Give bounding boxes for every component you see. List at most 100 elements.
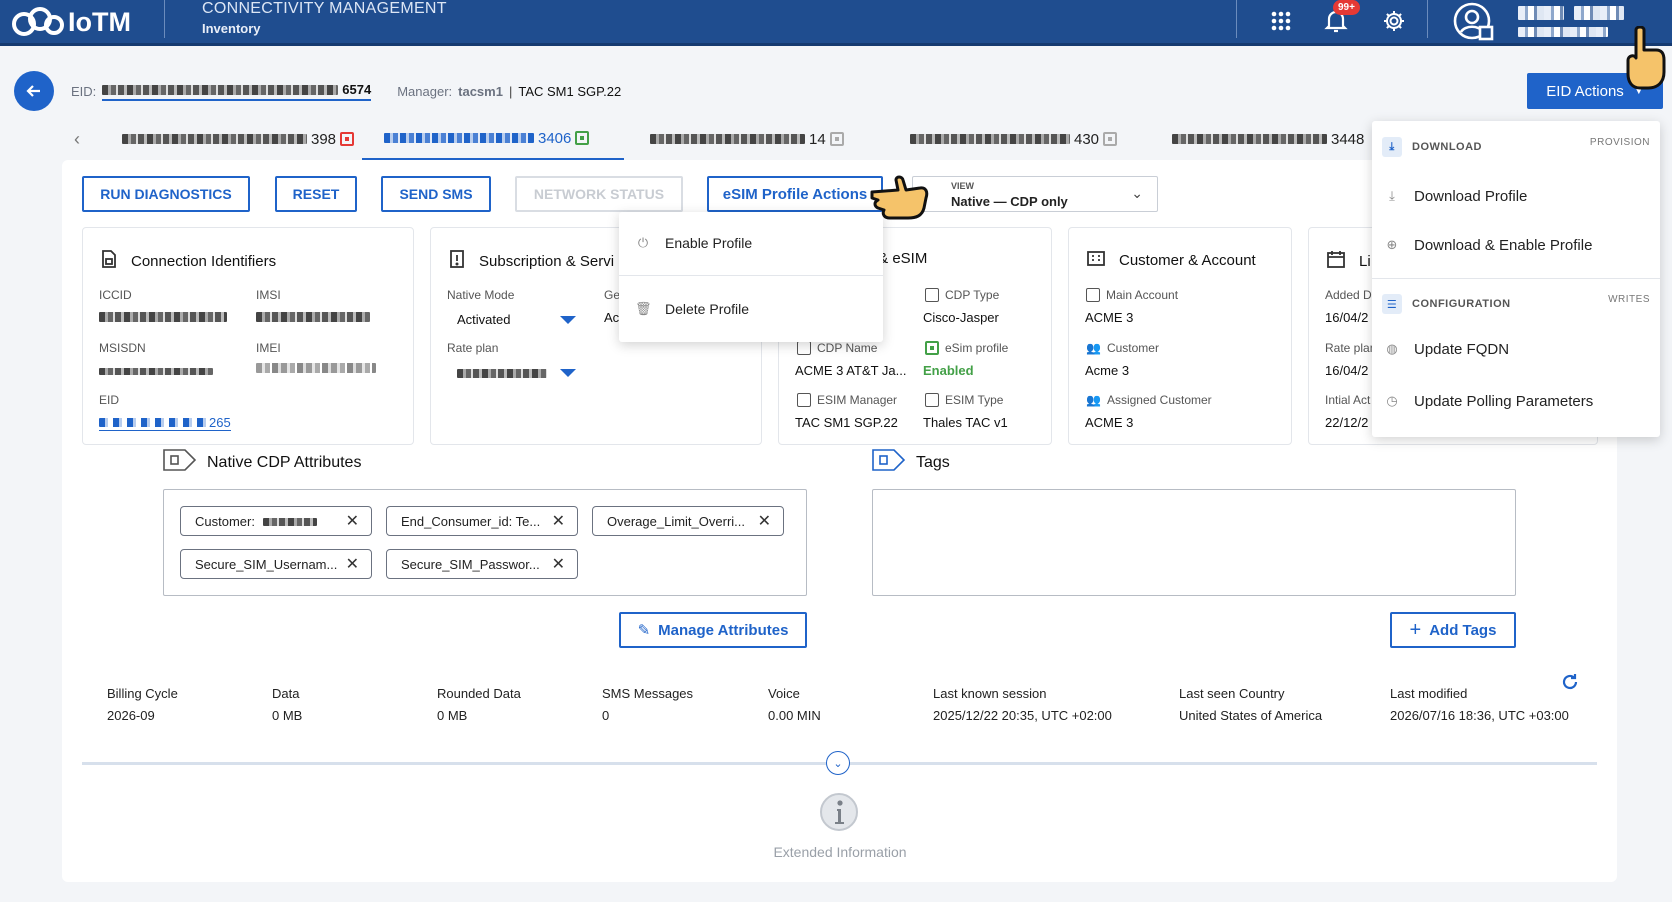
customer-label: 👥 Customer	[1086, 341, 1159, 355]
manage-attributes-label: Manage Attributes	[658, 621, 789, 639]
cdp-name-label: CDP Name	[797, 341, 877, 355]
eid-header: EID: 6574 Manager: tacsm1 | TAC SM1 SGP.…	[71, 82, 621, 101]
attribute-chip[interactable]: Overage_Limit_Overri... ✕	[592, 506, 784, 536]
user-name	[1518, 6, 1624, 23]
col2-label: Ge	[604, 288, 621, 302]
manager-separator: |	[508, 84, 513, 99]
card-title-text: Li	[1359, 252, 1371, 270]
cdp-type-value: Cisco-Jasper	[923, 310, 999, 325]
imsi-label: IMSI	[256, 288, 281, 302]
close-icon[interactable]: ✕	[552, 511, 565, 531]
update-fqdn-item[interactable]: ◍ Update FQDN	[1372, 334, 1660, 364]
stat-label: Last seen Country	[1179, 686, 1285, 701]
add-tags-button[interactable]: + Add Tags	[1390, 612, 1516, 648]
added-date-value: 16/04/2	[1325, 310, 1369, 325]
cdp-icon	[925, 288, 939, 302]
section-title-text: Tags	[916, 453, 950, 471]
close-icon[interactable]: ✕	[758, 511, 771, 531]
iccid-label: ICCID	[99, 288, 132, 302]
cloud-logo-icon	[12, 7, 64, 36]
eid-suffix: 6574	[342, 82, 372, 97]
sim-chip-icon	[1103, 132, 1118, 146]
delete-profile-item[interactable]: 🗑 Delete Profile	[619, 294, 883, 324]
tags-title: Tags	[872, 448, 950, 477]
expand-button[interactable]: ⌄	[826, 751, 850, 775]
clock-icon: ◷	[1386, 393, 1398, 408]
attribute-chip[interactable]: Secure_SIM_Passwor... ✕	[386, 549, 578, 579]
esim-manager-label: ESIM Manager	[797, 393, 897, 407]
update-polling-parameters-item[interactable]: ◷ Update Polling Parameters	[1372, 386, 1660, 416]
iotm-logo[interactable]: IoTM	[10, 4, 131, 40]
app-subtitle: Inventory	[202, 21, 261, 36]
sim-chip-icon	[829, 132, 844, 146]
reset-button[interactable]: RESET	[275, 176, 357, 212]
topbar-divider	[1236, 0, 1237, 38]
rate-plan-value[interactable]	[457, 366, 547, 381]
stat-value: 0	[602, 708, 610, 723]
stat-value: 0 MB	[437, 708, 468, 723]
device-tab[interactable]: 398	[122, 118, 355, 160]
device-tab[interactable]: 430	[910, 118, 1118, 160]
server-icon	[797, 393, 811, 407]
sim-icon	[449, 250, 465, 272]
device-tab[interactable]: 3448	[1172, 118, 1364, 160]
stat-label: Billing Cycle	[107, 686, 178, 701]
info-icon	[819, 791, 859, 835]
esim-manager-value: TAC SM1 SGP.22	[795, 415, 898, 430]
rate-plan-label: Rate plan	[447, 341, 499, 355]
apps-grid-icon[interactable]	[1266, 6, 1296, 36]
manage-attributes-button[interactable]: ✎ Manage Attributes	[619, 612, 807, 648]
close-icon[interactable]: ✕	[552, 554, 565, 574]
stat-value: 2025/12/22 20:35, UTC +02:00	[933, 708, 1112, 723]
stat-value: 2026-09	[107, 708, 155, 723]
download-icon: ⤓	[1382, 137, 1402, 157]
device-tab[interactable]: 14	[650, 118, 844, 160]
tags-box[interactable]	[872, 489, 1516, 596]
attribute-chip[interactable]: Secure_SIM_Usernam... ✕	[180, 549, 372, 579]
stat-value: 0.00 MIN	[768, 708, 821, 723]
initial-activation-value: 22/12/2	[1325, 415, 1369, 430]
eid-value[interactable]: 6574	[102, 82, 372, 101]
refresh-icon[interactable]	[1560, 672, 1580, 695]
close-icon[interactable]: ✕	[346, 554, 359, 574]
rate-plan-date-label: Rate plan	[1325, 341, 1377, 355]
attribute-chip[interactable]: Customer: ✕	[180, 506, 372, 536]
added-date-label: Added D	[1325, 288, 1372, 302]
native-mode-dropdown-icon[interactable]	[560, 316, 576, 324]
attribute-chip[interactable]: End_Consumer_id: Te... ✕	[386, 506, 578, 536]
tab-label: 3448	[1331, 130, 1365, 148]
download-icon: ⤓	[1389, 188, 1395, 203]
download-profile-item[interactable]: ⤓ Download Profile	[1372, 181, 1660, 211]
enable-profile-item[interactable]: ⏻ Enable Profile	[619, 228, 883, 258]
extended-information-label[interactable]: Extended Information	[740, 844, 940, 860]
close-icon[interactable]: ✕	[346, 511, 359, 531]
gear-icon[interactable]	[1379, 6, 1409, 36]
view-select-label: VIEW	[951, 181, 975, 191]
network-status-button[interactable]: NETWORK STATUS	[515, 176, 683, 212]
view-select[interactable]: VIEW Native — CDP only ⌄	[912, 176, 1158, 212]
power-icon: ⏻	[637, 235, 649, 250]
esim-profile-actions-button[interactable]: eSIM Profile Actions	[707, 176, 883, 212]
assigned-customer-label: 👥 Assigned Customer	[1086, 393, 1212, 407]
stat-label: SMS Messages	[602, 686, 694, 701]
calendar-icon	[1327, 250, 1345, 272]
send-sms-button[interactable]: SEND SMS	[381, 176, 491, 212]
eid-actions-menu: ⤓ DOWNLOAD PROVISION ⤓ Download Profile ⊕…	[1372, 121, 1660, 437]
run-diagnostics-button[interactable]: RUN DIAGNOSTICS	[82, 176, 250, 212]
manager-label: Manager:	[397, 84, 453, 99]
device-tab-active[interactable]: 3406	[362, 118, 624, 160]
download-enable-profile-item[interactable]: ⊕ Download & Enable Profile	[1372, 230, 1660, 260]
menu-item-label: Delete Profile	[665, 301, 750, 317]
chevron-left-icon[interactable]: ‹	[74, 118, 80, 160]
writes-tag: WRITES	[1608, 294, 1650, 305]
cdp-type-label: CDP Type	[925, 288, 999, 302]
rate-plan-dropdown-icon[interactable]	[560, 369, 576, 377]
eid-field-value[interactable]: 265	[99, 415, 231, 431]
native-mode-value[interactable]: Activated	[457, 312, 510, 327]
back-button[interactable]	[14, 71, 54, 111]
native-mode-label: Native Mode	[447, 288, 515, 302]
arrow-left-icon	[26, 85, 40, 97]
user-avatar[interactable]	[1452, 1, 1496, 48]
card-title: Subscription & Servi	[449, 250, 614, 272]
tab-label: 14	[809, 130, 826, 148]
